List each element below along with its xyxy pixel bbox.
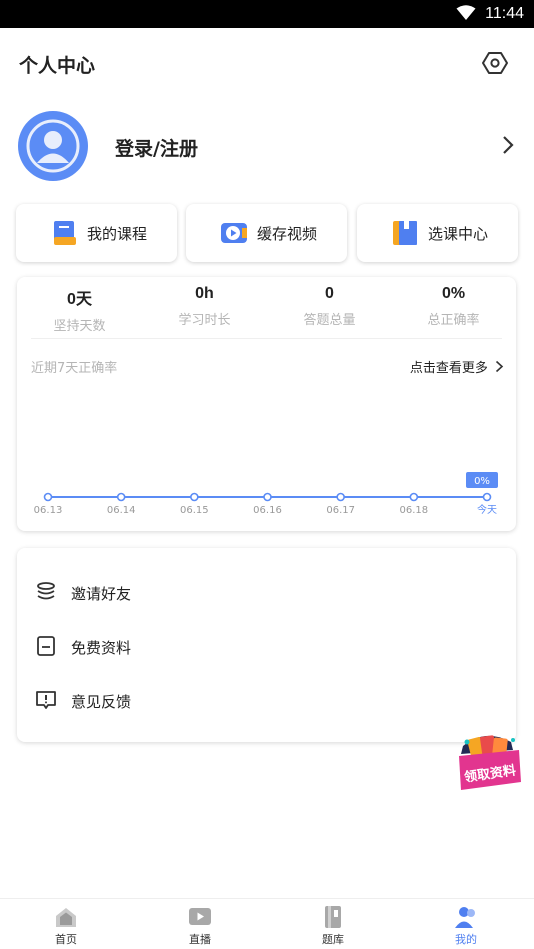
tab-label: 直播 (189, 933, 211, 946)
menu-label: 免费资料 (71, 639, 132, 657)
document-icon (37, 636, 55, 656)
tab-home[interactable]: 首页 (26, 905, 106, 947)
user-profile-icon (455, 907, 475, 928)
question-bank-icon (325, 906, 341, 928)
tab-live[interactable]: 直播 (160, 905, 240, 947)
cached-videos-label: 缓存视频 (257, 225, 318, 243)
status-bar: 11:44 (0, 0, 534, 28)
video-cache-icon (221, 223, 247, 243)
x-tick-label: 06.17 (326, 505, 355, 516)
wifi-icon (456, 5, 476, 20)
page-header: 个人中心 (0, 28, 534, 98)
data-point (190, 492, 199, 502)
my-courses-button[interactable]: 我的课程 (16, 204, 177, 262)
my-courses-label: 我的课程 (87, 225, 148, 243)
accuracy-line-chart: 06.13 06.14 06.15 06.16 06.17 06.18 今天 0% (34, 472, 498, 516)
x-tick-label: 06.13 (34, 505, 63, 516)
study-stats-card: 0天 坚持天数 0h 学习时长 0 答题总量 0% 总正确率 近期7天正确率 点… (17, 277, 516, 531)
data-point (116, 492, 126, 502)
bottom-tab-bar: 首页 直播 题库 我的 (0, 898, 534, 949)
data-point (482, 492, 492, 502)
tab-label: 首页 (55, 933, 77, 946)
page-title: 个人中心 (19, 55, 96, 77)
course-book-icon (54, 221, 76, 245)
invite-friends-item[interactable]: 邀请好友 (17, 569, 516, 613)
home-icon (56, 908, 76, 927)
settings-icon[interactable] (482, 50, 508, 76)
free-materials-item[interactable]: 免费资料 (17, 623, 516, 667)
x-tick-label: 06.18 (400, 505, 429, 516)
data-point (263, 492, 272, 502)
chevron-right-icon (503, 136, 514, 154)
default-avatar-icon (26, 119, 80, 173)
course-center-button[interactable]: 选课中心 (357, 204, 518, 262)
status-time: 11:44 (485, 5, 524, 22)
menu-card: 邀请好友 免费资料 意见反馈 (17, 548, 516, 742)
live-play-icon (189, 908, 211, 925)
menu-label: 邀请好友 (71, 585, 132, 603)
cached-videos-button[interactable]: 缓存视频 (186, 204, 347, 262)
stack-coins-icon (37, 582, 55, 600)
x-tick-label: 今天 (477, 503, 497, 516)
avatar[interactable] (18, 111, 88, 181)
feedback-item[interactable]: 意见反馈 (17, 677, 516, 721)
course-center-icon (393, 221, 417, 245)
x-tick-label: 06.15 (180, 505, 209, 516)
data-point (336, 492, 345, 502)
x-tick-label: 06.14 (107, 505, 136, 516)
data-label: 0% (474, 476, 490, 487)
x-tick-label: 06.16 (253, 505, 282, 516)
claim-materials-badge[interactable]: 领取资料 (455, 728, 523, 792)
tab-mine[interactable]: 我的 (426, 905, 506, 947)
data-point (409, 492, 419, 502)
menu-label: 意见反馈 (71, 693, 132, 711)
feedback-icon (36, 691, 56, 709)
tab-label: 题库 (322, 933, 344, 946)
tab-label: 我的 (455, 933, 477, 946)
tab-question-bank[interactable]: 题库 (293, 905, 373, 947)
profile-login-row[interactable]: 登录/注册 (0, 108, 534, 184)
login-register-link[interactable]: 登录/注册 (115, 134, 198, 161)
course-center-label: 选课中心 (428, 225, 489, 243)
data-point (43, 492, 53, 502)
gift-envelope-icon: 领取资料 (459, 735, 521, 790)
